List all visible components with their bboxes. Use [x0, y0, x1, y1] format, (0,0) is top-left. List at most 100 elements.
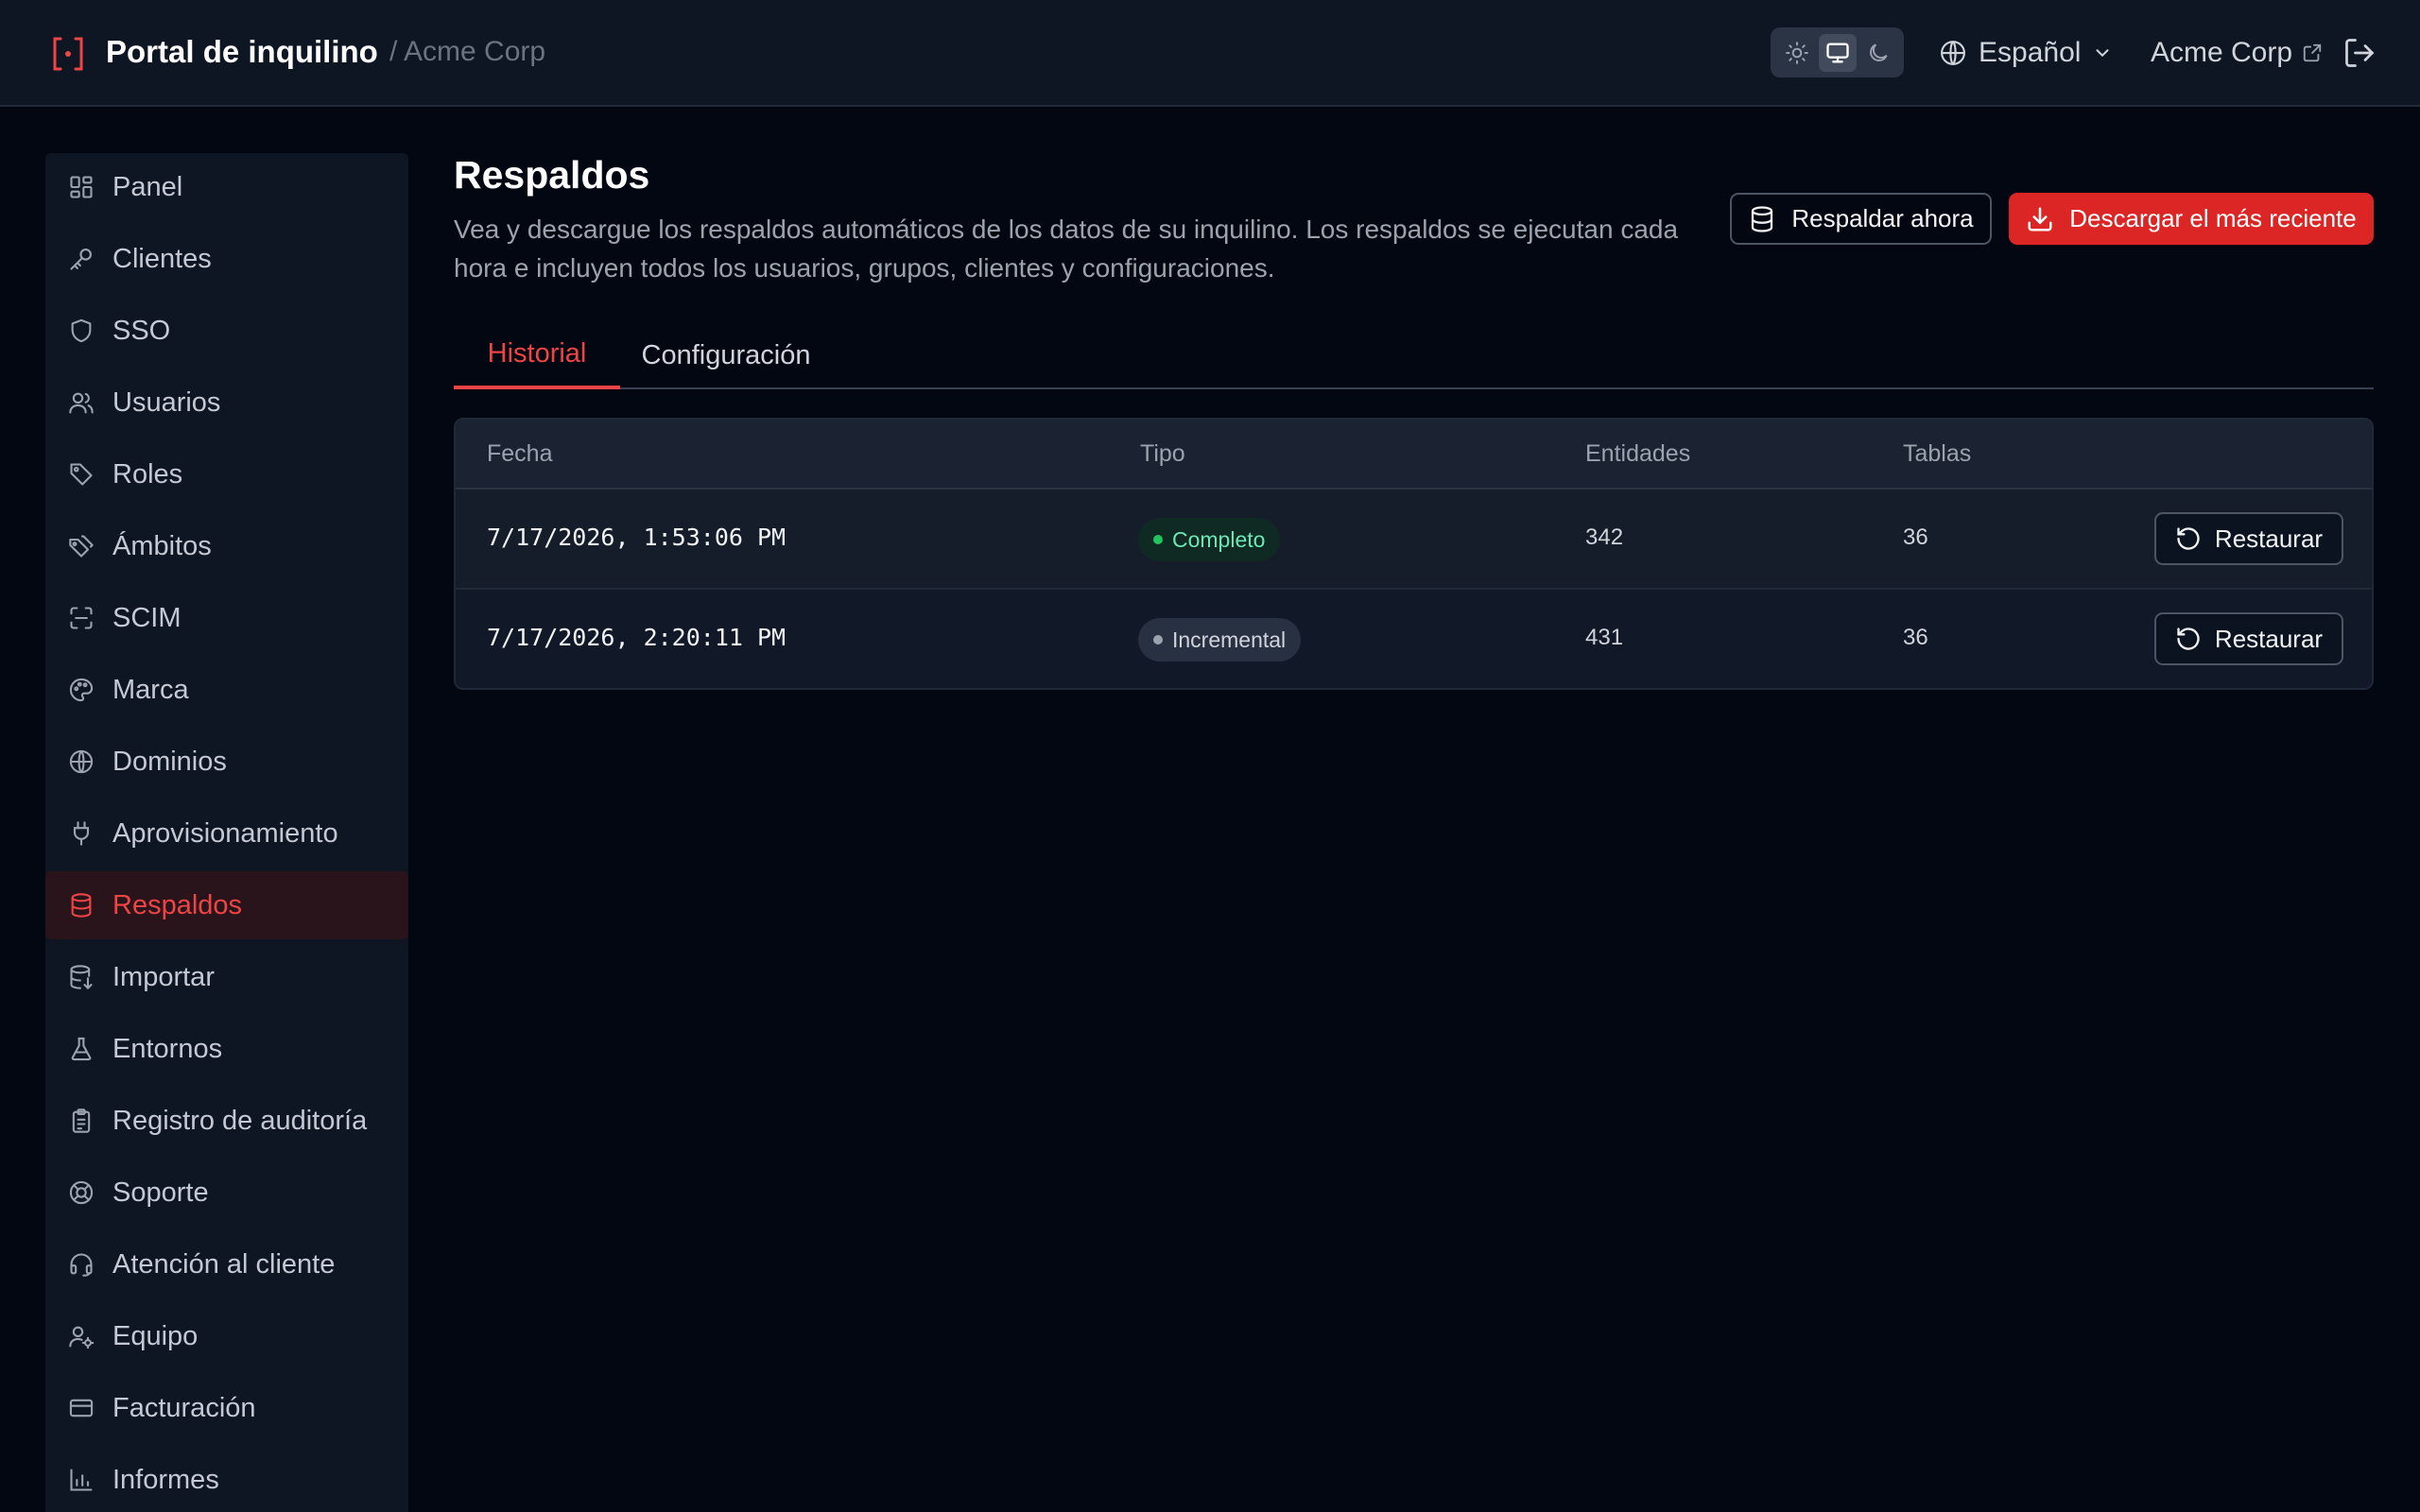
credit-card-icon: [66, 1393, 96, 1423]
sidebar-item-soporte[interactable]: Soporte: [45, 1159, 408, 1227]
backup-date: 7/17/2026, 1:53:06 PM: [487, 524, 786, 551]
tenant-name: Acme Corp: [2151, 37, 2293, 68]
globe-icon: [66, 747, 96, 777]
column-header-tablas: Tablas: [1903, 440, 1972, 467]
sidebar-item-label: SCIM: [112, 602, 182, 633]
tab-bar: Historial Configuración: [454, 321, 2374, 389]
database-import-icon: [66, 962, 96, 992]
badge-label: Completo: [1172, 526, 1266, 552]
sidebar-item-sso[interactable]: SSO: [45, 297, 408, 365]
column-header-fecha: Fecha: [487, 440, 553, 467]
sidebar-item-dominios[interactable]: Dominios: [45, 728, 408, 796]
sidebar-item-label: Atención al cliente: [112, 1248, 336, 1280]
table-header: Fecha Tipo Entidades Tablas: [456, 420, 2372, 490]
tag-icon: [66, 459, 96, 490]
sidebar-item-label: Soporte: [112, 1177, 209, 1208]
rotate-ccw-icon: [2177, 627, 2200, 650]
sidebar-item-panel[interactable]: Panel: [45, 153, 408, 221]
sidebar-item-label: Entornos: [112, 1033, 223, 1064]
download-icon: [2028, 207, 2052, 231]
entities-count: 342: [1585, 524, 1624, 550]
logout-button[interactable]: [2342, 36, 2377, 70]
page-description: Vea y descargue los respaldos automático…: [454, 215, 1679, 283]
sidebar-item-aprovisionamiento[interactable]: Aprovisionamiento: [45, 799, 408, 868]
tab-historial[interactable]: Historial: [454, 321, 620, 389]
sidebar-item-informes[interactable]: Informes: [45, 1446, 408, 1512]
monitor-icon: [1825, 43, 1849, 63]
status-badge: Incremental: [1138, 618, 1302, 662]
restore-button[interactable]: Restaurar: [2154, 512, 2343, 565]
external-link-icon: [2303, 43, 2322, 62]
system-theme-button[interactable]: [1818, 33, 1857, 72]
sidebar-item-scim[interactable]: SCIM: [45, 584, 408, 652]
column-header-entidades: Entidades: [1585, 440, 1691, 467]
chevron-down-icon: [2096, 49, 2109, 58]
status-dot: [1153, 635, 1163, 644]
headset-icon: [66, 1249, 96, 1280]
sidebar-item-usuarios[interactable]: Usuarios: [45, 369, 408, 437]
sidebar-item-atencion-cliente[interactable]: Atención al cliente: [45, 1230, 408, 1298]
dark-theme-button[interactable]: [1859, 34, 1897, 72]
status-dot: [1153, 535, 1163, 544]
sidebar-item-label: Dominios: [112, 746, 227, 777]
bar-chart-icon: [66, 1465, 96, 1495]
sidebar-item-ambitos[interactable]: Ámbitos: [45, 512, 408, 580]
tab-configuracion[interactable]: Configuración: [641, 321, 811, 389]
sidebar-item-entornos[interactable]: Entornos: [45, 1015, 408, 1083]
moon-icon: [1869, 43, 1888, 61]
column-header-tipo: Tipo: [1140, 440, 1185, 467]
download-latest-label: Descargar el más reciente: [2069, 204, 2357, 232]
sidebar-item-label: Aprovisionamiento: [112, 817, 338, 849]
top-bar: Portal de inquilino / Acme Corp Español: [0, 0, 2420, 107]
tenant-external-link[interactable]: Acme Corp: [2151, 32, 2323, 74]
language-select[interactable]: Español: [1939, 32, 2113, 74]
sidebar-item-equipo[interactable]: Equipo: [45, 1302, 408, 1370]
globe-icon: [1941, 41, 1965, 65]
tables-count: 36: [1903, 524, 1928, 550]
rotate-ccw-icon: [2177, 527, 2200, 550]
sidebar-item-clientes[interactable]: Clientes: [45, 225, 408, 293]
entities-count: 431: [1585, 625, 1624, 650]
users-icon: [66, 387, 96, 418]
theme-switcher: [1771, 27, 1904, 77]
plug-icon: [66, 818, 96, 849]
table-row: 7/17/2026, 2:20:11 PM Incremental 431 36…: [456, 590, 2372, 688]
user-cog-icon: [66, 1321, 96, 1351]
app-title: Portal de inquilino: [106, 34, 378, 69]
sidebar-item-registro-auditoria[interactable]: Registro de auditoría: [45, 1087, 408, 1155]
restore-button[interactable]: Restaurar: [2154, 612, 2343, 665]
download-latest-button[interactable]: Descargar el más reciente: [2009, 193, 2374, 245]
sun-icon: [1785, 41, 1808, 64]
sidebar-item-label: SSO: [112, 315, 171, 346]
clipboard-icon: [66, 1106, 96, 1136]
sidebar-item-label: Informes: [112, 1464, 219, 1495]
page-title: Respaldos: [454, 153, 650, 197]
sidebar-item-facturacion[interactable]: Facturación: [45, 1374, 408, 1442]
sidebar-item-label: Ámbitos: [112, 530, 212, 561]
flask-icon: [66, 1034, 96, 1064]
restore-label: Restaurar: [2214, 624, 2324, 653]
dashboard-icon: [66, 172, 96, 202]
scan-icon: [66, 603, 96, 633]
sidebar: Panel Clientes SSO Usuarios Roles Ámbito…: [45, 153, 408, 1512]
brand-logo-icon: [51, 35, 85, 73]
sidebar-item-respaldos[interactable]: Respaldos: [45, 871, 408, 939]
status-badge: Completo: [1138, 518, 1281, 561]
backups-table: Fecha Tipo Entidades Tablas 7/17/2026, 1…: [454, 418, 2374, 690]
backup-date: 7/17/2026, 2:20:11 PM: [487, 624, 786, 651]
sidebar-item-label: Marca: [112, 674, 189, 705]
backup-now-button[interactable]: Respaldar ahora: [1730, 193, 1992, 245]
key-icon: [66, 244, 96, 274]
database-icon: [66, 890, 96, 920]
table-row: 7/17/2026, 1:53:06 PM Completo 342 36 Re…: [456, 490, 2372, 590]
sidebar-item-label: Panel: [112, 171, 183, 202]
light-theme-button[interactable]: [1778, 34, 1816, 72]
sidebar-item-marca[interactable]: Marca: [45, 656, 408, 724]
sidebar-item-importar[interactable]: Importar: [45, 943, 408, 1011]
breadcrumb-tenant: / Acme Corp: [389, 36, 546, 67]
sidebar-item-roles[interactable]: Roles: [45, 440, 408, 508]
sidebar-item-label: Respaldos: [112, 889, 243, 920]
shield-icon: [66, 316, 96, 346]
sidebar-item-label: Equipo: [112, 1320, 199, 1351]
sidebar-item-label: Roles: [112, 458, 183, 490]
